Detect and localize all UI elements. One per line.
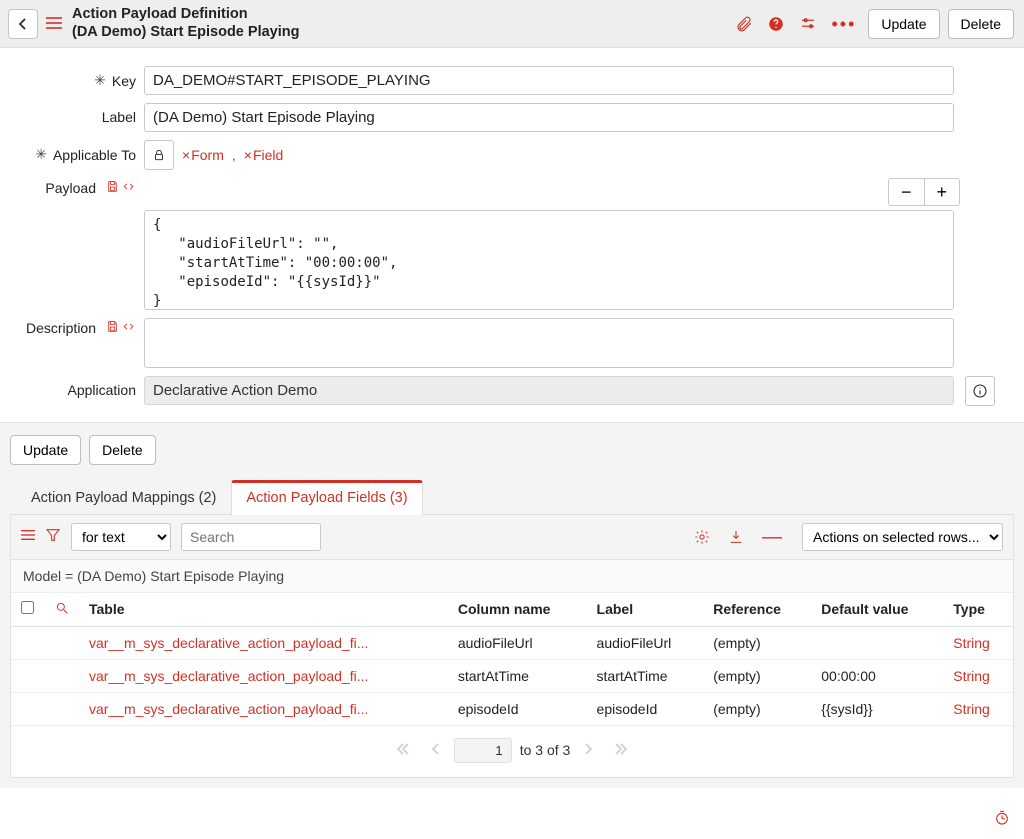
payload-fields-table: Table Column name Label Reference Defaul… [11,593,1013,726]
cell-label: episodeId [587,692,704,725]
settings-sliders-icon[interactable] [799,15,817,33]
pager-first-icon[interactable] [390,742,416,758]
label-label: Label [102,109,136,125]
table-toolbar: for text — Actions on selected rows... [11,515,1013,560]
actions-on-selected-select[interactable]: Actions on selected rows... [802,523,1003,551]
more-icon[interactable]: ••• [831,15,856,33]
cell-table[interactable]: var__m_sys_declarative_action_payload_fi… [79,692,448,725]
page-header: Action Payload Definition (DA Demo) Star… [0,0,1024,48]
collapse-icon[interactable]: — [762,532,782,542]
pager-page-input[interactable] [454,738,512,763]
label-input[interactable] [144,103,954,132]
pager: to 3 of 3 [11,726,1013,777]
table-row[interactable]: var__m_sys_declarative_action_payload_fi… [11,692,1013,725]
col-label[interactable]: Label [587,593,704,627]
chevron-left-icon [17,18,29,30]
cell-default: {{sysId}} [811,692,943,725]
payload-textarea[interactable] [144,210,954,310]
description-label: Description [26,320,96,336]
filter-icon[interactable] [45,527,61,546]
pager-next-icon[interactable] [578,742,600,758]
lower-update-button[interactable]: Update [10,435,81,465]
export-icon[interactable] [728,529,744,545]
required-asterisk-icon: ✳ [35,146,47,163]
column-search-icon[interactable] [45,593,79,627]
header-update-button[interactable]: Update [868,9,939,39]
code-icon[interactable] [121,180,136,196]
applicable-chip-form[interactable]: ×Form [182,147,224,163]
pager-last-icon[interactable] [608,742,634,758]
table-panel: for text — Actions on selected rows... M… [10,515,1014,778]
cell-type: String [943,659,1013,692]
key-label: Key [112,73,136,89]
lock-icon[interactable] [144,140,174,170]
cell-type: String [943,626,1013,659]
cell-default: 00:00:00 [811,659,943,692]
table-menu-icon[interactable] [21,528,35,546]
cell-reference: (empty) [703,659,811,692]
key-input[interactable] [144,66,954,95]
payload-collapse-button[interactable]: − [889,179,924,205]
header-delete-button[interactable]: Delete [948,9,1014,39]
cell-default [811,626,943,659]
header-icon-group: ••• [735,15,856,33]
col-column-name[interactable]: Column name [448,593,587,627]
cell-label: startAtTime [587,659,704,692]
header-titles: Action Payload Definition (DA Demo) Star… [72,6,299,41]
code-icon[interactable] [121,320,136,336]
response-time-icon[interactable] [994,810,1010,829]
tab-action-payload-fields[interactable]: Action Payload Fields (3) [231,480,422,515]
table-search-input[interactable] [181,523,321,551]
pager-range-text: to 3 of 3 [520,742,571,758]
filter-mode-select[interactable]: for text [71,523,171,551]
cell-table[interactable]: var__m_sys_declarative_action_payload_fi… [79,626,448,659]
save-icon[interactable] [106,180,119,196]
header-record-label: (DA Demo) Start Episode Playing [72,24,299,41]
payload-expand-button[interactable]: + [924,179,959,205]
cell-table[interactable]: var__m_sys_declarative_action_payload_fi… [79,659,448,692]
cell-column-name: audioFileUrl [448,626,587,659]
applicable-to-label: Applicable To [53,147,136,163]
applicable-to-field: ×Form, ×Field [144,140,954,170]
menu-icon[interactable] [46,15,62,33]
col-table[interactable]: Table [79,593,448,627]
lower-delete-button[interactable]: Delete [89,435,155,465]
header-type-label: Action Payload Definition [72,6,299,23]
attachment-icon[interactable] [735,15,753,33]
table-row[interactable]: var__m_sys_declarative_action_payload_fi… [11,626,1013,659]
cell-column-name: startAtTime [448,659,587,692]
payload-label: Payload [45,180,96,196]
personalize-gear-icon[interactable] [694,529,710,545]
save-icon[interactable] [106,320,119,336]
application-info-button[interactable] [965,376,995,406]
applicable-chip-field[interactable]: ×Field [244,147,284,163]
lower-area: Update Delete Action Payload Mappings (2… [0,422,1024,788]
model-filter-line: Model = (DA Demo) Start Episode Playing [11,560,1013,593]
payload-tools: − + [888,178,960,206]
table-row[interactable]: var__m_sys_declarative_action_payload_fi… [11,659,1013,692]
cell-column-name: episodeId [448,692,587,725]
cell-label: audioFileUrl [587,626,704,659]
tab-action-payload-mappings[interactable]: Action Payload Mappings (2) [16,480,231,515]
help-icon[interactable] [767,15,785,33]
required-asterisk-icon: ✳ [94,72,106,89]
application-readonly: Declarative Action Demo [144,376,954,405]
back-button[interactable] [8,9,38,39]
description-textarea[interactable] [144,318,954,368]
pager-prev-icon[interactable] [424,742,446,758]
cell-type: String [943,692,1013,725]
col-type[interactable]: Type [943,593,1013,627]
select-all-checkbox[interactable] [21,601,34,614]
related-tabs: Action Payload Mappings (2) Action Paylo… [10,479,1014,515]
form-section: ✳Key Label ✳Applicable To ×Form, ×Field … [0,48,1024,422]
cell-reference: (empty) [703,692,811,725]
application-label: Application [68,382,137,398]
col-reference[interactable]: Reference [703,593,811,627]
cell-reference: (empty) [703,626,811,659]
col-default[interactable]: Default value [811,593,943,627]
